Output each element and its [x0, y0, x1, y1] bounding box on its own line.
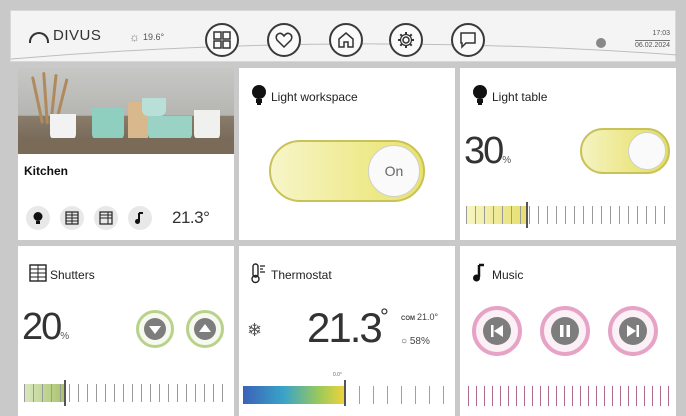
current-temperature: 21.3: [307, 304, 383, 351]
shutter-slider[interactable]: [24, 380, 228, 406]
tile-light-table: Light table 30%: [460, 68, 676, 240]
pause-icon: [551, 317, 579, 345]
degree-symbol: °: [380, 304, 389, 329]
clock: 17:03 06.02.2024: [635, 29, 671, 51]
nav-grid-button[interactable]: [205, 23, 239, 57]
room-light-button[interactable]: [26, 206, 50, 230]
toggle-knob: [628, 132, 666, 170]
room-quick-icons: 21.3°: [26, 206, 210, 230]
dimmer-value: 30%: [464, 130, 511, 173]
brand-logo: DIVUS: [29, 27, 101, 44]
volume-slider[interactable]: [468, 386, 672, 406]
humidity-readout: ○ 58%: [401, 336, 430, 347]
dimmer-slider-handle[interactable]: [526, 202, 529, 228]
tile-title: Music: [492, 268, 524, 282]
shutter-value: 20%: [22, 306, 69, 349]
setpoint-slider[interactable]: [243, 380, 453, 406]
nav-home-button[interactable]: [329, 23, 363, 57]
chat-icon: [460, 32, 476, 49]
tile-title: Light workspace: [271, 90, 358, 104]
brand-name: DIVUS: [53, 27, 102, 44]
tile-title: Light table: [492, 90, 548, 104]
room-music-button[interactable]: [128, 206, 152, 230]
gear-icon: [398, 32, 414, 48]
toggle-knob: On: [368, 145, 420, 197]
home-icon: [338, 32, 354, 48]
bulb-icon: [252, 85, 266, 105]
music-note-icon: [135, 212, 143, 224]
arrow-down-icon: [144, 318, 166, 340]
tile-music: Music: [460, 246, 676, 416]
shutter-unit: %: [60, 331, 70, 342]
droplet-icon: ○: [401, 336, 408, 347]
kitchen-photo: [18, 68, 234, 154]
scale-marker-label: 0.0°: [333, 372, 342, 378]
tile-title: Shutters: [50, 268, 95, 282]
shutter-value-number: 20: [22, 306, 62, 348]
tile-thermostat: Thermostat ❄ 21.3 ° COM 21.0° ○ 58% 0.0°: [239, 246, 455, 416]
pause-button[interactable]: [540, 306, 590, 356]
logo-arc-icon: [29, 31, 49, 43]
nav-favorites-button[interactable]: [267, 23, 301, 57]
comfort-setpoint: COM 21.0°: [401, 312, 438, 322]
room-tile-kitchen[interactable]: Kitchen 21.3°: [18, 68, 234, 240]
previous-track-button[interactable]: [472, 306, 522, 356]
comfort-value: 21.0°: [417, 312, 439, 322]
shutter-icon: [29, 264, 47, 282]
next-icon: [619, 317, 647, 345]
light-workspace-toggle[interactable]: On: [269, 140, 425, 202]
comfort-label: COM: [401, 316, 415, 322]
snowflake-icon[interactable]: ❄: [247, 320, 262, 341]
humidity-value: 58%: [409, 336, 430, 347]
weather-temperature: 19.6°: [143, 32, 165, 42]
grid-icon: [213, 31, 231, 49]
shutter-down-button[interactable]: [136, 310, 174, 348]
nav-settings-button[interactable]: [389, 23, 423, 57]
tile-title: Thermostat: [271, 268, 332, 282]
tile-light-workspace: Light workspace On: [239, 68, 455, 240]
bulb-icon: [473, 85, 487, 105]
music-note-icon: [473, 263, 484, 282]
next-track-button[interactable]: [608, 306, 658, 356]
shutter-up-button[interactable]: [186, 310, 224, 348]
setpoint-gradient: [243, 386, 345, 404]
blind-icon: [99, 211, 113, 225]
setpoint-handle[interactable]: [344, 380, 346, 406]
thermometer-icon: [251, 263, 265, 284]
clock-time: 17:03: [635, 29, 671, 41]
sun-icon: ☼: [129, 30, 140, 44]
status-indicator: [596, 38, 606, 48]
arrow-up-icon: [194, 318, 216, 340]
bulb-icon: [33, 212, 43, 224]
light-table-toggle[interactable]: [580, 128, 670, 174]
shutter-icon: [65, 211, 79, 225]
room-shutter-button[interactable]: [60, 206, 84, 230]
previous-icon: [483, 317, 511, 345]
weather-widget[interactable]: ☼ 19.6°: [129, 30, 164, 44]
dimmer-unit: %: [502, 155, 512, 166]
room-blind-button[interactable]: [94, 206, 118, 230]
top-bar: DIVUS ☼ 19.6° 17:03 06.02.2024: [10, 10, 677, 62]
shutter-slider-handle[interactable]: [63, 380, 66, 406]
clock-date: 06.02.2024: [635, 42, 671, 49]
dimmer-slider[interactable]: [466, 202, 670, 228]
room-temperature: 21.3°: [172, 208, 210, 227]
heart-icon: [275, 32, 293, 49]
room-name: Kitchen: [24, 164, 69, 178]
nav-messages-button[interactable]: [451, 23, 485, 57]
dimmer-value-number: 30: [464, 130, 504, 172]
tile-shutters: Shutters 20%: [18, 246, 234, 416]
